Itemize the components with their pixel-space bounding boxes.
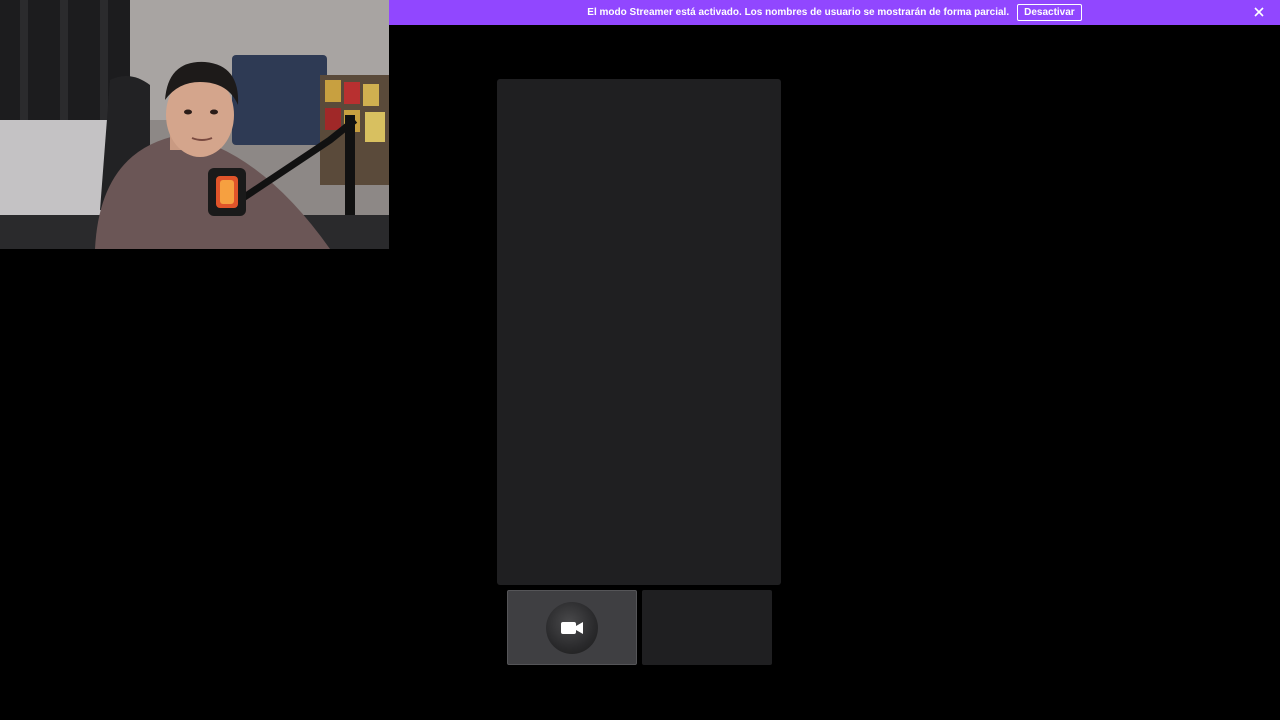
webcam-feed bbox=[0, 0, 389, 249]
stream-canvas: El modo Streamer está activado. Los nomb… bbox=[0, 0, 1280, 720]
main-video-panel[interactable] bbox=[497, 79, 781, 585]
video-camera-icon bbox=[561, 621, 583, 634]
streamer-mode-banner: El modo Streamer está activado. Los nomb… bbox=[389, 0, 1280, 25]
close-icon[interactable] bbox=[1252, 5, 1266, 19]
participant-thumbnail-empty[interactable] bbox=[642, 590, 772, 665]
participant-thumbnail[interactable] bbox=[507, 590, 637, 665]
avatar bbox=[546, 601, 598, 654]
deactivate-streamer-mode-button[interactable]: Desactivar bbox=[1017, 4, 1082, 21]
streamer-mode-message: El modo Streamer está activado. Los nomb… bbox=[587, 7, 1010, 18]
